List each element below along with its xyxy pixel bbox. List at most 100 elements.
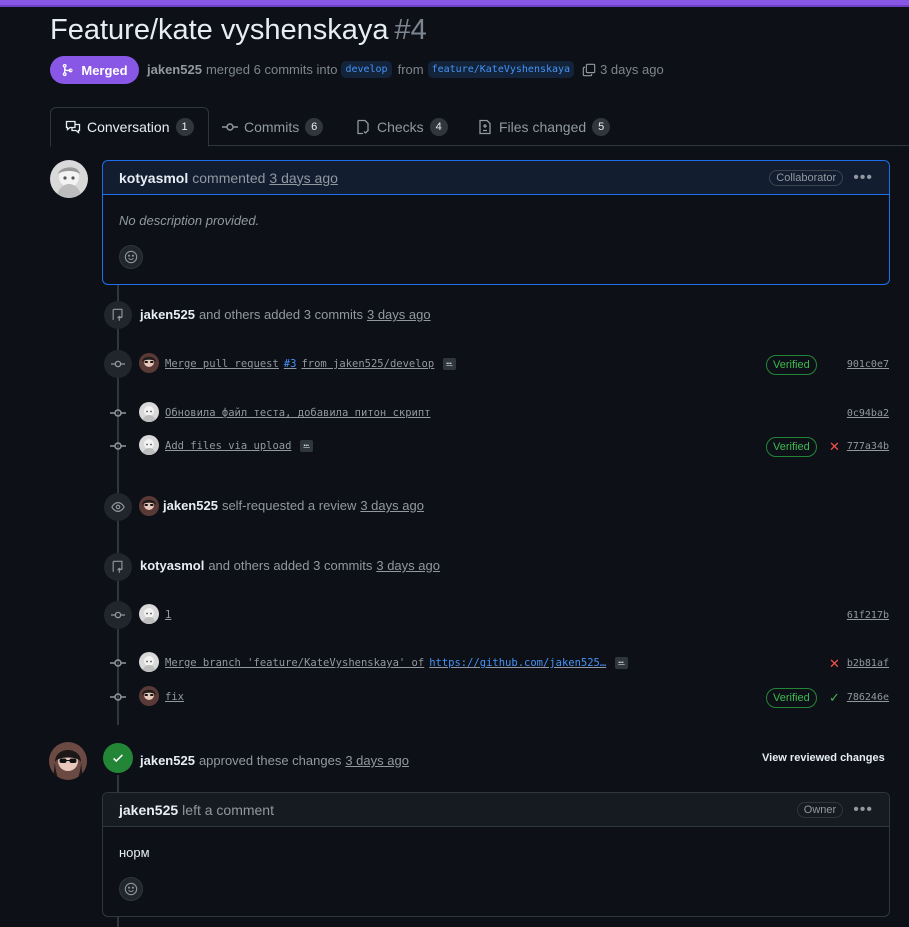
kebab-menu-icon[interactable]: ••• bbox=[853, 169, 873, 187]
avatar-kotyasmol[interactable] bbox=[139, 604, 159, 624]
check-failed-icon[interactable]: ✕ bbox=[829, 439, 840, 455]
push-event-badge bbox=[104, 301, 132, 329]
tab-label: Files changed bbox=[499, 118, 587, 135]
verified-badge[interactable]: Verified bbox=[766, 355, 817, 375]
repo-push-icon bbox=[112, 308, 123, 321]
commit-sha[interactable]: 0c94ba2 bbox=[847, 408, 889, 419]
event-time[interactable]: 3 days ago bbox=[360, 498, 424, 513]
smiley-icon bbox=[124, 882, 138, 896]
timeline-line bbox=[117, 775, 119, 792]
collaborator-badge: Collaborator bbox=[769, 169, 844, 186]
pr-meta: jaken525 merged 6 commits into develop f… bbox=[147, 61, 664, 78]
commit-msg-part[interactable]: Merge pull request bbox=[165, 358, 279, 370]
event-time[interactable]: 3 days ago bbox=[345, 753, 409, 768]
tab-commits[interactable]: Commits 6 bbox=[222, 107, 324, 146]
commits-added-event: kotyasmol and others added 3 commits 3 d… bbox=[140, 558, 440, 573]
commit-message[interactable]: 1 bbox=[165, 609, 171, 621]
commit-node bbox=[104, 601, 132, 629]
copy-icon[interactable] bbox=[582, 63, 596, 77]
tab-conversation[interactable]: Conversation 1 bbox=[50, 107, 209, 147]
git-commit-icon bbox=[222, 122, 238, 131]
tab-counter: 5 bbox=[592, 117, 611, 136]
commit-node bbox=[104, 350, 132, 378]
comment-author[interactable]: jaken525 bbox=[119, 802, 178, 818]
page-title: Feature/kate vyshenskaya #4 bbox=[50, 14, 427, 47]
event-user[interactable]: jaken525 bbox=[163, 498, 218, 513]
commit-sha[interactable]: b2b81af bbox=[847, 658, 889, 669]
avatar-jaken525[interactable] bbox=[139, 353, 159, 373]
avatar-jaken525[interactable] bbox=[49, 742, 87, 780]
git-commit-icon bbox=[110, 659, 126, 667]
tab-checks[interactable]: Checks 4 bbox=[355, 107, 448, 146]
repo-url-link[interactable]: https://github.com/jaken525… bbox=[429, 657, 606, 669]
git-commit-icon bbox=[110, 442, 126, 450]
avatar-kotyasmol[interactable] bbox=[139, 402, 159, 422]
review-request-badge bbox=[104, 493, 132, 521]
event-user[interactable]: jaken525 bbox=[140, 753, 195, 768]
avatar-kotyasmol[interactable] bbox=[50, 160, 88, 198]
add-reaction-button[interactable] bbox=[119, 877, 143, 901]
commit-node bbox=[110, 405, 126, 421]
pr-description-comment: kotyasmol commented 3 days ago Collabora… bbox=[102, 160, 890, 285]
check-success-icon[interactable]: ✓ bbox=[829, 690, 840, 706]
kebab-menu-icon[interactable]: ••• bbox=[853, 801, 873, 819]
comment-header: jaken525 left a comment Owner ••• bbox=[103, 793, 889, 827]
git-commit-icon bbox=[111, 360, 125, 368]
meta-from: from bbox=[397, 62, 424, 77]
approved-badge bbox=[103, 743, 133, 773]
comment-action: left a comment bbox=[182, 801, 274, 818]
tab-files-changed[interactable]: Files changed 5 bbox=[477, 107, 611, 146]
commit-msg-part[interactable]: 1 bbox=[165, 609, 171, 621]
commit-message[interactable]: Обновила файл теста, добавила питон скри… bbox=[165, 407, 431, 419]
commit-message[interactable]: Merge branch 'feature/KateVyshenskaya' o… bbox=[165, 657, 628, 669]
view-reviewed-changes-button[interactable]: View reviewed changes bbox=[762, 752, 885, 764]
event-time[interactable]: 3 days ago bbox=[376, 558, 440, 573]
commit-sha[interactable]: 786246e bbox=[847, 692, 889, 703]
tab-counter: 1 bbox=[175, 118, 194, 136]
verified-badge[interactable]: Verified bbox=[766, 688, 817, 708]
event-user[interactable]: jaken525 bbox=[140, 307, 195, 322]
commit-sha[interactable]: 61f217b bbox=[847, 610, 889, 621]
expand-message-button[interactable]: … bbox=[615, 657, 628, 669]
base-branch[interactable]: develop bbox=[341, 61, 392, 78]
avatar-jaken525[interactable] bbox=[139, 686, 159, 706]
tab-label: Commits bbox=[244, 118, 300, 135]
tab-label: Conversation bbox=[87, 119, 170, 135]
merged-label: Merged bbox=[81, 62, 128, 78]
comment-author[interactable]: kotyasmol bbox=[119, 170, 188, 186]
pr-tabs: Conversation 1 Commits 6 Checks 4 Files … bbox=[50, 107, 909, 147]
verified-badge[interactable]: Verified bbox=[766, 437, 817, 457]
comment-time[interactable]: 3 days ago bbox=[269, 170, 338, 186]
add-reaction-button[interactable] bbox=[119, 245, 143, 269]
commit-node bbox=[110, 689, 126, 705]
event-text: and others added 3 commits bbox=[208, 558, 373, 573]
pr-link[interactable]: #3 bbox=[284, 358, 297, 370]
commit-msg-part[interactable]: Обновила файл теста, добавила питон скри… bbox=[165, 407, 431, 419]
commit-message[interactable]: Add files via upload … bbox=[165, 440, 313, 452]
tab-label: Checks bbox=[377, 118, 424, 135]
top-accent-bar-shadow bbox=[0, 5, 909, 7]
avatar-kotyasmol[interactable] bbox=[139, 652, 159, 672]
avatar-jaken525[interactable] bbox=[139, 496, 159, 516]
event-user[interactable]: kotyasmol bbox=[140, 558, 204, 573]
commit-msg-part[interactable]: fix bbox=[165, 691, 184, 703]
timeline-line bbox=[117, 917, 119, 927]
commit-sha[interactable]: 777a34b bbox=[847, 441, 889, 452]
commit-msg-part[interactable]: from jaken525/develop bbox=[301, 358, 434, 370]
commit-message[interactable]: Merge pull request #3 from jaken525/deve… bbox=[165, 358, 456, 370]
avatar-kotyasmol[interactable] bbox=[139, 435, 159, 455]
comment-discussion-icon bbox=[65, 120, 81, 134]
commit-msg-part[interactable]: Add files via upload bbox=[165, 440, 291, 452]
check-failed-icon[interactable]: ✕ bbox=[829, 656, 840, 672]
head-branch[interactable]: feature/KateVyshenskaya bbox=[427, 61, 575, 78]
event-time[interactable]: 3 days ago bbox=[367, 307, 431, 322]
expand-message-button[interactable]: … bbox=[300, 440, 313, 452]
git-merge-icon bbox=[63, 63, 73, 77]
merger-link[interactable]: jaken525 bbox=[147, 62, 202, 77]
expand-message-button[interactable]: … bbox=[443, 358, 456, 370]
commit-sha[interactable]: 901c0e7 bbox=[847, 359, 889, 370]
commit-msg-part[interactable]: Merge branch 'feature/KateVyshenskaya' o… bbox=[165, 657, 424, 669]
event-text: approved these changes bbox=[198, 753, 342, 768]
smiley-icon bbox=[124, 250, 138, 264]
commit-message[interactable]: fix bbox=[165, 691, 184, 703]
